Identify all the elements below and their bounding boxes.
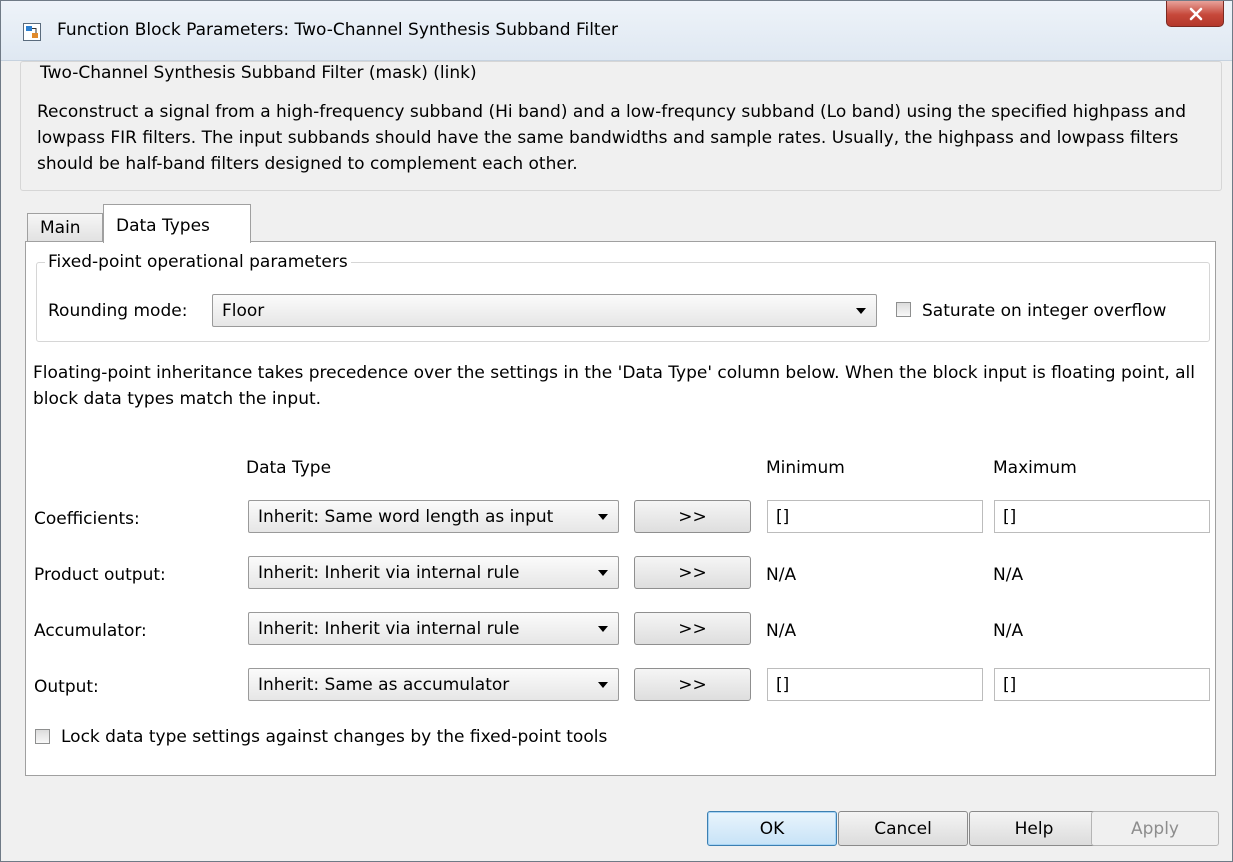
- saturate-checkbox[interactable]: [896, 302, 911, 317]
- window-title: Function Block Parameters: Two-Channel S…: [57, 20, 619, 40]
- chevron-down-icon: [598, 514, 608, 520]
- coefficients-maximum-input[interactable]: []: [994, 500, 1210, 533]
- floating-point-info: Floating-point inheritance takes precede…: [33, 363, 1196, 409]
- accumulator-data-type-select[interactable]: Inherit: Inherit via internal rule: [248, 612, 619, 645]
- lock-data-types-checkbox[interactable]: [35, 729, 50, 744]
- tab-data-types[interactable]: Data Types: [103, 204, 251, 243]
- header-maximum: Maximum: [993, 458, 1077, 478]
- accumulator-minimum: N/A: [766, 621, 797, 641]
- coefficients-label: Coefficients:: [34, 509, 140, 529]
- output-maximum-input[interactable]: []: [994, 668, 1210, 701]
- output-data-type-select[interactable]: Inherit: Same as accumulator: [248, 668, 619, 701]
- title-bar[interactable]: Function Block Parameters: Two-Channel S…: [1, 1, 1232, 61]
- close-icon: [1189, 7, 1203, 21]
- product-output-label: Product output:: [34, 565, 166, 585]
- accumulator-data-type-value: Inherit: Inherit via internal rule: [258, 619, 520, 639]
- chevron-down-icon: [598, 682, 608, 688]
- description-legend: Two-Channel Synthesis Subband Filter (ma…: [37, 63, 480, 83]
- rounding-mode-value: Floor: [222, 301, 265, 321]
- fixed-point-legend: Fixed-point operational parameters: [45, 252, 351, 272]
- help-button[interactable]: Help: [969, 811, 1099, 846]
- tab-main[interactable]: Main: [27, 213, 103, 242]
- accumulator-assistant-button[interactable]: >>: [634, 612, 751, 645]
- output-data-type-value: Inherit: Same as accumulator: [258, 675, 510, 695]
- product-output-assistant-button[interactable]: >>: [634, 556, 751, 589]
- chevron-down-icon: [856, 308, 866, 314]
- product-output-data-type-select[interactable]: Inherit: Inherit via internal rule: [248, 556, 619, 589]
- accumulator-label: Accumulator:: [34, 621, 147, 641]
- coefficients-assistant-button[interactable]: >>: [634, 500, 751, 533]
- rounding-mode-select[interactable]: Floor: [212, 294, 877, 327]
- output-label: Output:: [34, 677, 99, 697]
- apply-button: Apply: [1091, 811, 1219, 846]
- chevron-down-icon: [598, 570, 608, 576]
- cancel-button[interactable]: Cancel: [838, 811, 968, 846]
- chevron-down-icon: [598, 626, 608, 632]
- coefficients-data-type-value: Inherit: Same word length as input: [258, 507, 554, 527]
- product-output-data-type-value: Inherit: Inherit via internal rule: [258, 563, 520, 583]
- lock-data-types-label: Lock data type settings against changes …: [61, 727, 608, 747]
- output-assistant-button[interactable]: >>: [634, 668, 751, 701]
- coefficients-data-type-select[interactable]: Inherit: Same word length as input: [248, 500, 619, 533]
- data-types-panel: Fixed-point operational parameters Round…: [25, 241, 1216, 776]
- accumulator-maximum: N/A: [993, 621, 1024, 641]
- rounding-mode-label: Rounding mode:: [48, 301, 188, 321]
- description-text: Reconstruct a signal from a high-frequen…: [37, 102, 1186, 174]
- header-data-type: Data Type: [246, 458, 332, 478]
- coefficients-minimum-input[interactable]: []: [767, 500, 983, 533]
- ok-button[interactable]: OK: [707, 811, 837, 846]
- output-minimum-input[interactable]: []: [767, 668, 983, 701]
- saturate-label: Saturate on integer overflow: [922, 301, 1167, 321]
- close-button[interactable]: [1166, 1, 1224, 27]
- dialog-window: Function Block Parameters: Two-Channel S…: [0, 0, 1233, 862]
- product-output-maximum: N/A: [993, 565, 1024, 585]
- simulink-block-icon: [23, 23, 41, 41]
- product-output-minimum: N/A: [766, 565, 797, 585]
- header-minimum: Minimum: [766, 458, 845, 478]
